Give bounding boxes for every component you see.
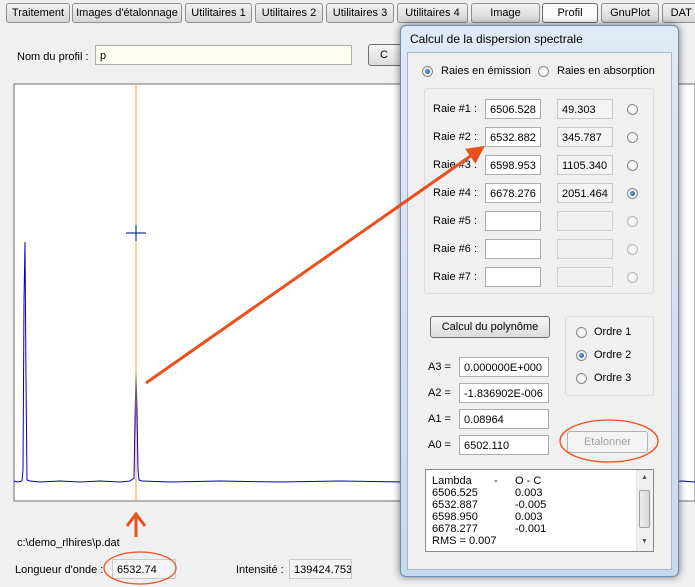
results-listbox[interactable]: Lambda - O - C 6506.525 0.003 6532.887 -0.0… <box>425 469 654 552</box>
order-radio[interactable] <box>576 350 587 361</box>
coefficient-field[interactable]: 6502.110 <box>459 435 549 455</box>
line-select-radio[interactable] <box>627 132 638 143</box>
results-oc: -0.005 <box>515 499 547 511</box>
file-path: c:\demo_rlhires\p.dat <box>17 537 120 549</box>
order-radio[interactable] <box>576 327 587 338</box>
line-wavelength-input[interactable]: 6598.953 <box>485 155 541 175</box>
dialog-title: Calcul de la dispersion spectrale <box>410 32 583 46</box>
calc-polynomial-button[interactable]: Calcul du polynôme <box>430 316 550 338</box>
results-scrollbar[interactable]: ▲ ▼ <box>636 470 653 551</box>
line-label: Raie #3 : <box>433 159 478 171</box>
line-select-radio[interactable] <box>627 272 638 283</box>
calibrate-button[interactable]: Etalonner <box>567 431 648 453</box>
line-pixel-field[interactable] <box>557 211 613 231</box>
emission-label: Raies en émission <box>441 65 531 77</box>
intensity-label: Intensité : <box>236 564 284 576</box>
line-select-radio[interactable] <box>627 160 638 171</box>
line-wavelength-input[interactable]: 6506.528 <box>485 99 541 119</box>
line-pixel-field[interactable]: 49.303 <box>557 99 613 119</box>
order-radio[interactable] <box>576 373 587 384</box>
results-lambda: 6532.887 <box>432 499 478 511</box>
results-row: 6506.525 0.003 <box>432 487 632 499</box>
order-label: Ordre 3 <box>594 372 632 384</box>
emission-radio[interactable] <box>422 66 433 77</box>
wavelength-field[interactable]: 6532.74 <box>112 559 176 579</box>
line-label: Raie #5 : <box>433 215 478 227</box>
order-label: Ordre 2 <box>594 349 632 361</box>
line-label: Raie #7 : <box>433 271 478 283</box>
line-pixel-field[interactable] <box>557 267 613 287</box>
line-label: Raie #2 : <box>433 131 478 143</box>
line-label: Raie #4 : <box>433 187 478 199</box>
results-oc: 0.003 <box>515 511 543 523</box>
scrollbar-thumb[interactable] <box>639 490 650 528</box>
coefficient-field[interactable]: 0.000000E+000 <box>459 357 549 377</box>
wavelength-label: Longueur d'onde : <box>15 564 104 576</box>
coefficient-field[interactable]: -1.836902E-006 <box>459 383 549 403</box>
absorption-radio[interactable] <box>538 66 549 77</box>
results-row: 6598.950 0.003 <box>432 511 632 523</box>
coefficient-label: A1 = <box>428 413 451 425</box>
line-select-radio[interactable] <box>627 104 638 115</box>
results-row: 6532.887 -0.005 <box>432 499 632 511</box>
line-wavelength-input[interactable]: 6678.276 <box>485 183 541 203</box>
line-wavelength-input[interactable] <box>485 239 541 259</box>
results-oc: 0.003 <box>515 487 543 499</box>
coefficient-label: A0 = <box>428 439 451 451</box>
line-select-radio[interactable] <box>627 244 638 255</box>
results-lambda: 6598.950 <box>432 511 478 523</box>
absorption-label: Raies en absorption <box>557 65 655 77</box>
line-pixel-field[interactable]: 2051.464 <box>557 183 613 203</box>
results-row: 6678.277 -0.001 <box>432 523 632 535</box>
results-lambda: 6506.525 <box>432 487 478 499</box>
intensity-field[interactable]: 139424.753 <box>289 559 352 579</box>
results-header-oc: O - C <box>515 475 542 487</box>
results-oc: -0.001 <box>515 523 547 535</box>
plot-area[interactable] <box>13 83 405 502</box>
results-header: Lambda - O - C <box>432 475 632 487</box>
results-header-sep: - <box>494 475 498 487</box>
line-wavelength-input[interactable] <box>485 211 541 231</box>
line-pixel-field[interactable]: 345.787 <box>557 127 613 147</box>
order-label: Ordre 1 <box>594 326 632 338</box>
results-lambda: 6678.277 <box>432 523 478 535</box>
coefficient-field[interactable]: 0.08964 <box>459 409 549 429</box>
results-rms: RMS = 0.007 <box>432 535 497 547</box>
coefficient-label: A2 = <box>428 387 451 399</box>
line-pixel-field[interactable]: 1105.340 <box>557 155 613 175</box>
results-header-lambda: Lambda <box>432 475 472 487</box>
line-label: Raie #6 : <box>433 243 478 255</box>
line-select-radio[interactable] <box>627 188 638 199</box>
coefficient-label: A3 = <box>428 361 451 373</box>
line-wavelength-input[interactable]: 6532.882 <box>485 127 541 147</box>
line-label: Raie #1 : <box>433 103 478 115</box>
line-select-radio[interactable] <box>627 216 638 227</box>
line-wavelength-input[interactable] <box>485 267 541 287</box>
line-pixel-field[interactable] <box>557 239 613 259</box>
